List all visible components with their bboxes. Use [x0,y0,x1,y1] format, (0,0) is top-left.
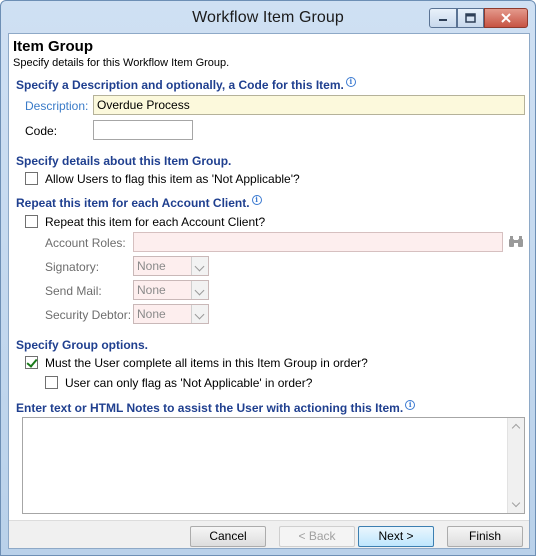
security-debtor-select[interactable]: None [133,304,209,324]
send-mail-value: None [137,283,166,297]
complete-in-order-checkbox[interactable] [25,356,38,369]
na-in-order-checkbox[interactable] [45,376,58,389]
chevron-down-icon[interactable] [191,257,208,275]
maximize-button[interactable] [457,8,484,28]
allow-not-applicable-label: Allow Users to flag this item as 'Not Ap… [45,172,300,186]
notes-section-heading: Enter text or HTML Notes to assist the U… [16,400,416,415]
description-section-heading: Specify a Description and optionally, a … [16,77,356,92]
description-input[interactable] [93,95,525,115]
dialog-content: Item Group Specify details for this Work… [8,33,530,549]
signatory-value: None [137,259,166,273]
code-input[interactable] [93,120,193,140]
maximize-icon [465,13,476,23]
back-button[interactable]: < Back [279,526,355,547]
binoculars-icon[interactable] [508,235,524,249]
info-icon[interactable]: i [405,400,416,410]
info-icon[interactable]: i [345,77,356,87]
description-label: Description: [25,99,89,113]
workflow-item-group-window: Workflow Item Group Item Group Specify d… [0,0,536,556]
send-mail-select[interactable]: None [133,280,209,300]
close-icon [501,13,511,23]
notes-textarea[interactable] [22,417,525,514]
repeat-section-heading: Repeat this item for each Account Client… [16,195,262,210]
security-debtor-value: None [137,307,166,321]
group-options-heading: Specify Group options. [16,338,149,352]
notes-heading-text: Enter text or HTML Notes to assist the U… [16,401,404,415]
close-button[interactable] [484,8,528,28]
scroll-up-icon[interactable] [508,418,524,434]
page-subtitle: Specify details for this Workflow Item G… [13,57,230,69]
send-mail-label: Send Mail: [45,284,102,298]
notes-scrollbar[interactable] [507,418,524,513]
scroll-down-icon[interactable] [508,497,524,513]
chevron-down-icon[interactable] [191,281,208,299]
cancel-button[interactable]: Cancel [190,526,266,547]
minimize-button[interactable] [429,8,457,28]
description-heading-text: Specify a Description and optionally, a … [16,78,344,92]
details-section-heading: Specify details about this Item Group. [16,154,232,168]
page-title: Item Group [13,38,94,55]
minimize-icon [439,19,447,21]
account-roles-input[interactable] [133,232,503,252]
signatory-select[interactable]: None [133,256,209,276]
allow-not-applicable-checkbox[interactable] [25,172,38,185]
na-in-order-label: User can only flag as 'Not Applicable' i… [65,376,313,390]
complete-in-order-label: Must the User complete all items in this… [45,356,368,370]
code-label: Code: [25,124,58,138]
signatory-label: Signatory: [45,260,100,274]
account-roles-label: Account Roles: [45,236,126,250]
repeat-for-each-client-checkbox[interactable] [25,215,38,228]
title-bar[interactable]: Workflow Item Group [1,1,535,35]
chevron-down-icon[interactable] [191,305,208,323]
repeat-heading-text: Repeat this item for each Account Client… [16,196,250,210]
finish-button[interactable]: Finish [447,526,523,547]
dialog-footer: Cancel < Back Next > Finish [9,520,529,548]
security-debtor-label: Security Debtor: [45,308,132,322]
repeat-for-each-client-label: Repeat this item for each Account Client… [45,215,266,229]
info-icon[interactable]: i [251,195,262,205]
next-button[interactable]: Next > [358,526,434,547]
